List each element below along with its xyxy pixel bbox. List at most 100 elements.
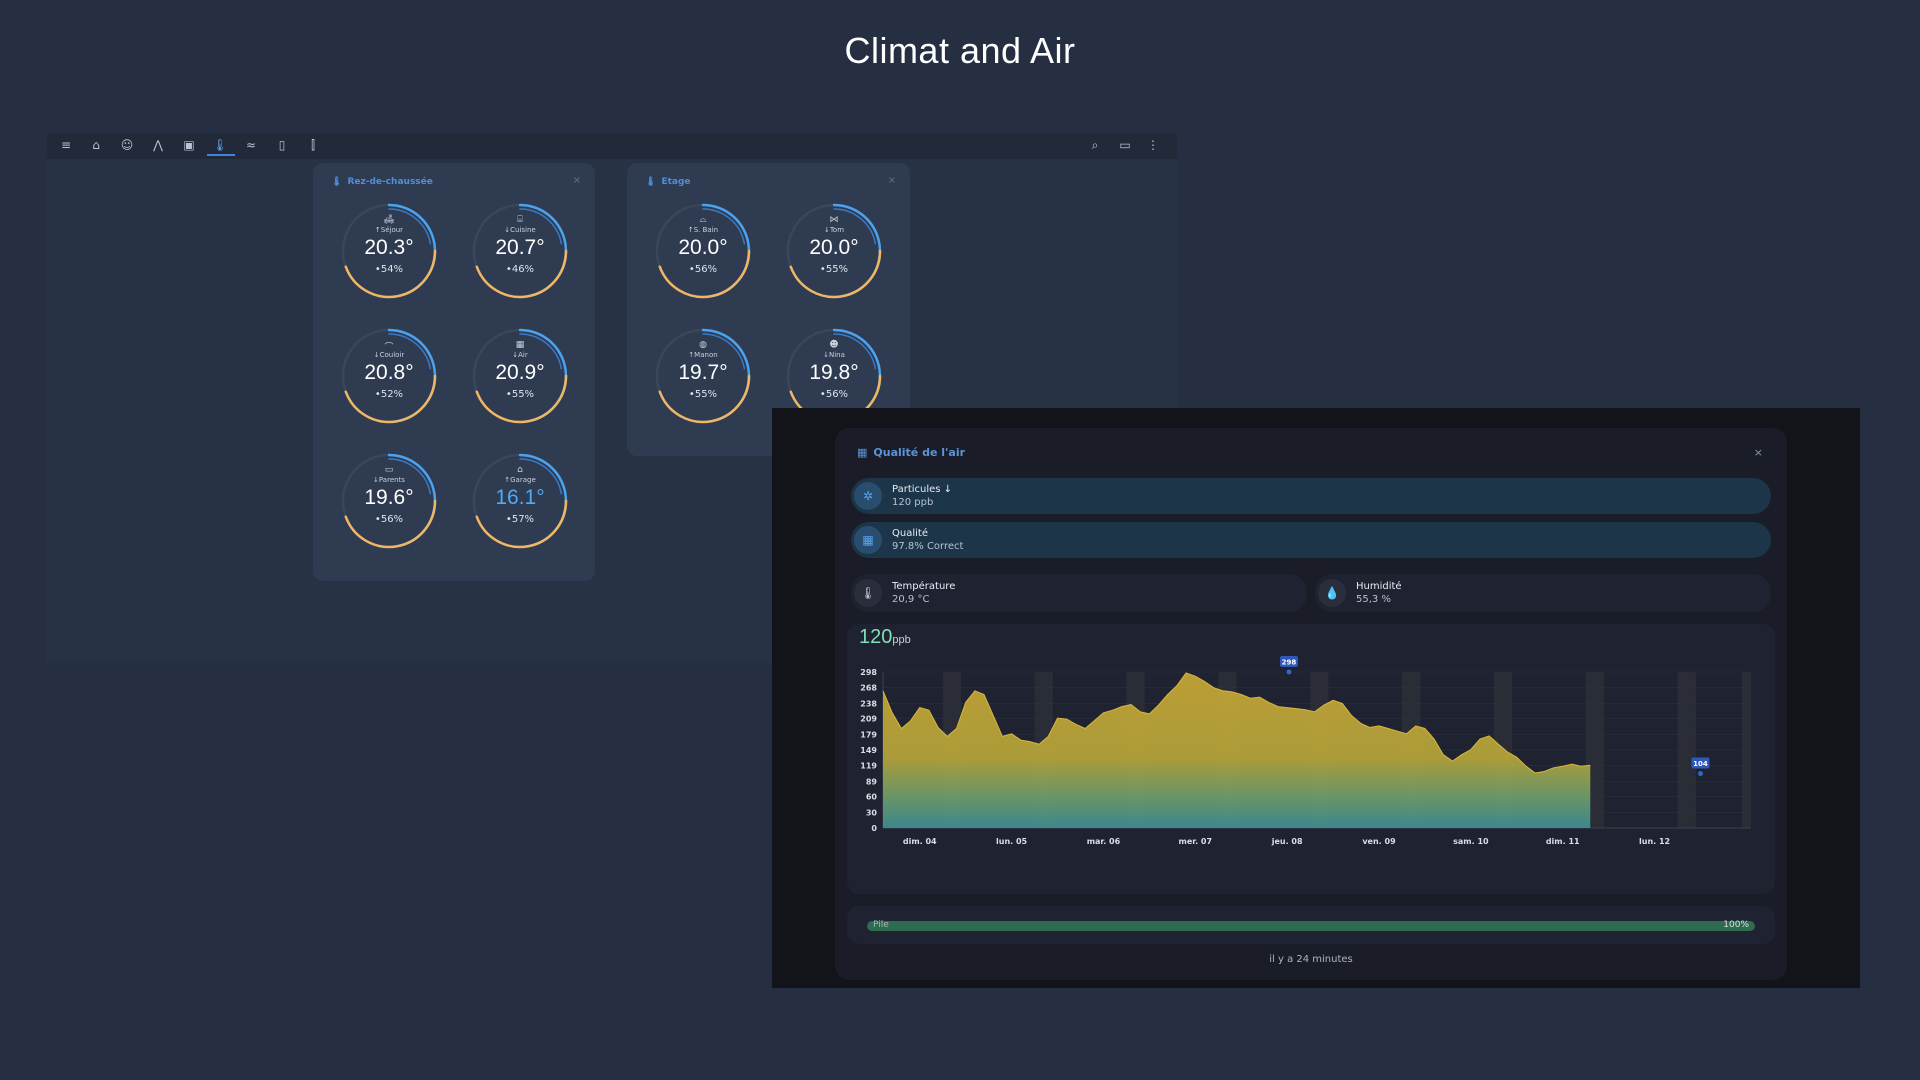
road-icon[interactable]: ⋀ <box>149 136 167 154</box>
room-label: ↑Garage <box>504 476 536 484</box>
room-temperature: 20.3° <box>364 236 414 259</box>
room-gauge[interactable]: ▭ ↓Parents 19.6° •56% <box>339 451 439 551</box>
room-label: ↓Tom <box>823 226 845 234</box>
room-humidity: •56% <box>784 389 884 400</box>
close-icon[interactable]: × <box>573 175 581 186</box>
room-humidity-value: 55% <box>511 389 535 400</box>
room-label: ↓Nina <box>823 351 845 359</box>
annotation-label: 104 <box>1693 760 1708 768</box>
battery-bar: Pile 100% <box>867 920 1755 931</box>
room-label: ↓Air <box>512 351 528 359</box>
tile-particules[interactable]: ✲ Particules ↓ 120 ppb <box>851 478 1771 514</box>
thermometer-icon: 🌡 <box>331 177 343 187</box>
room-humidity-value: 56% <box>380 514 404 525</box>
basketball-icon: ◍ <box>699 340 707 350</box>
close-icon[interactable]: × <box>1754 446 1763 459</box>
garage-icon: ⌂ <box>517 465 523 475</box>
room-humidity: •46% <box>470 264 570 275</box>
stove-icon: ⌸ <box>517 215 523 225</box>
x-tick-label: lun. 05 <box>996 837 1028 846</box>
air-filter-icon: ▦ <box>515 340 525 350</box>
y-tick-label: 0 <box>871 824 877 833</box>
room-gauge[interactable]: ⌒ ↓Couloir 20.8° •52% <box>339 326 439 426</box>
dots-vertical-icon[interactable]: ⋮ <box>1144 136 1162 154</box>
annotation-point <box>1697 771 1703 777</box>
x-tick-label: jeu. 08 <box>1271 837 1303 846</box>
search-icon[interactable]: ⌕ <box>1086 136 1104 154</box>
tile-temperature[interactable]: 🌡 Température 20,9 °C <box>851 574 1307 612</box>
room-temperature: 20.0° <box>678 236 728 259</box>
battery-percent: 100% <box>1723 920 1749 930</box>
room-humidity-value: 52% <box>380 389 404 400</box>
room-gauge[interactable]: ⋈ ↓Tom 20.0° •55% <box>784 201 884 301</box>
tile-name: Humidité <box>1356 581 1402 592</box>
room-humidity: •56% <box>339 514 439 525</box>
room-temperature: 20.7° <box>495 236 545 259</box>
room-humidity: •56% <box>653 264 753 275</box>
room-gauge[interactable]: 🛋 ↑Séjour 20.3° •54% <box>339 201 439 301</box>
y-tick-label: 179 <box>860 730 877 739</box>
dialog-title: Qualité de l'air <box>873 446 966 459</box>
sofa-icon: 🛋 <box>383 215 395 225</box>
room-gauge[interactable]: ◍ ↑Manon 19.7° •55% <box>653 326 753 426</box>
tile-humidite[interactable]: 💧 Humidité 55,3 % <box>1315 574 1771 612</box>
room-temperature: 20.8° <box>364 361 414 384</box>
chat-icon[interactable]: ▭ <box>1116 136 1134 154</box>
menu-icon[interactable]: ≡ <box>57 136 75 154</box>
close-icon[interactable]: × <box>888 175 896 186</box>
active-tab-indicator <box>207 154 235 156</box>
door-icon[interactable]: ▯ <box>273 136 291 154</box>
wave-icon[interactable]: ≈ <box>242 136 260 154</box>
x-tick-label: lun. 12 <box>1639 837 1670 846</box>
room-temperature: 20.0° <box>809 236 859 259</box>
room-humidity: •55% <box>784 264 884 275</box>
room-label: ↑Séjour <box>374 226 404 234</box>
room-gauge[interactable]: ▦ ↓Air 20.9° •55% <box>470 326 570 426</box>
thermometer-icon[interactable]: 🌡 <box>211 136 229 154</box>
person-icon[interactable]: ☺ <box>118 136 136 154</box>
y-tick-label: 60 <box>866 793 878 802</box>
room-temperature: 19.7° <box>678 361 728 384</box>
room-temperature: 19.8° <box>809 361 859 384</box>
air-quality-dialog: ▦ Qualité de l'air × ✲ Particules ↓ 120 … <box>835 428 1787 980</box>
tile-qualite[interactable]: ▦ Qualité 97.8% Correct <box>851 522 1771 558</box>
y-tick-label: 30 <box>866 808 878 817</box>
room-temperature: 19.6° <box>364 486 414 509</box>
page-title: Climat and Air <box>844 30 1076 71</box>
molecule-icon: ✲ <box>854 482 882 510</box>
current-value: 120ppb <box>859 626 911 648</box>
room-gauge[interactable]: ⌓ ↑S. Bain 20.0° •56% <box>653 201 753 301</box>
room-humidity-value: 56% <box>825 389 849 400</box>
history-chart[interactable]: 298 268 238 209 179 149 119 89 60 30 0 dim. 04 lun. … <box>847 624 1775 894</box>
room-humidity-value: 55% <box>694 389 718 400</box>
tile-name: Température <box>892 581 956 592</box>
x-tick-label: mer. 07 <box>1179 837 1213 846</box>
room-humidity: •52% <box>339 389 439 400</box>
card-title: Rez-de-chaussée <box>347 177 433 187</box>
y-tick-label: 298 <box>860 668 877 677</box>
card-rez-de-chaussee: 🌡 Rez-de-chaussée × 🛋 ↑Séjour 20.3° •54% ⌸ ↓C… <box>313 163 595 581</box>
card-title: Etage <box>661 177 691 187</box>
tile-name: Qualité <box>892 528 928 539</box>
home-icon[interactable]: ⌂ <box>87 136 105 154</box>
room-label: ↓Parents <box>373 476 405 484</box>
room-temperature: 20.9° <box>495 361 545 384</box>
tile-value: 55,3 % <box>1356 594 1391 605</box>
test-tube-icon[interactable]: ⫿ <box>304 136 322 154</box>
x-tick-label: mar. 06 <box>1087 837 1121 846</box>
y-tick-label: 119 <box>860 762 877 771</box>
washing-machine-icon[interactable]: ▣ <box>180 136 198 154</box>
card-header: 🌡 Rez-de-chaussée <box>331 177 433 187</box>
room-humidity-value: 46% <box>511 264 535 275</box>
room-gauge[interactable]: ⌸ ↓Cuisine 20.7° •46% <box>470 201 570 301</box>
annotation-point <box>1286 669 1292 675</box>
y-tick-label: 89 <box>866 777 878 786</box>
air-filter-icon: ▦ <box>857 446 868 459</box>
air-filter-icon: ▦ <box>854 526 882 554</box>
tile-value: 120 ppb <box>892 497 934 508</box>
room-label: ↑Manon <box>688 351 718 359</box>
room-temperature: 16.1° <box>495 486 545 509</box>
room-humidity-value: 55% <box>825 264 849 275</box>
room-gauge[interactable]: ⌂ ↑Garage 16.1° •57% <box>470 451 570 551</box>
bed-icon: ▭ <box>384 465 394 475</box>
